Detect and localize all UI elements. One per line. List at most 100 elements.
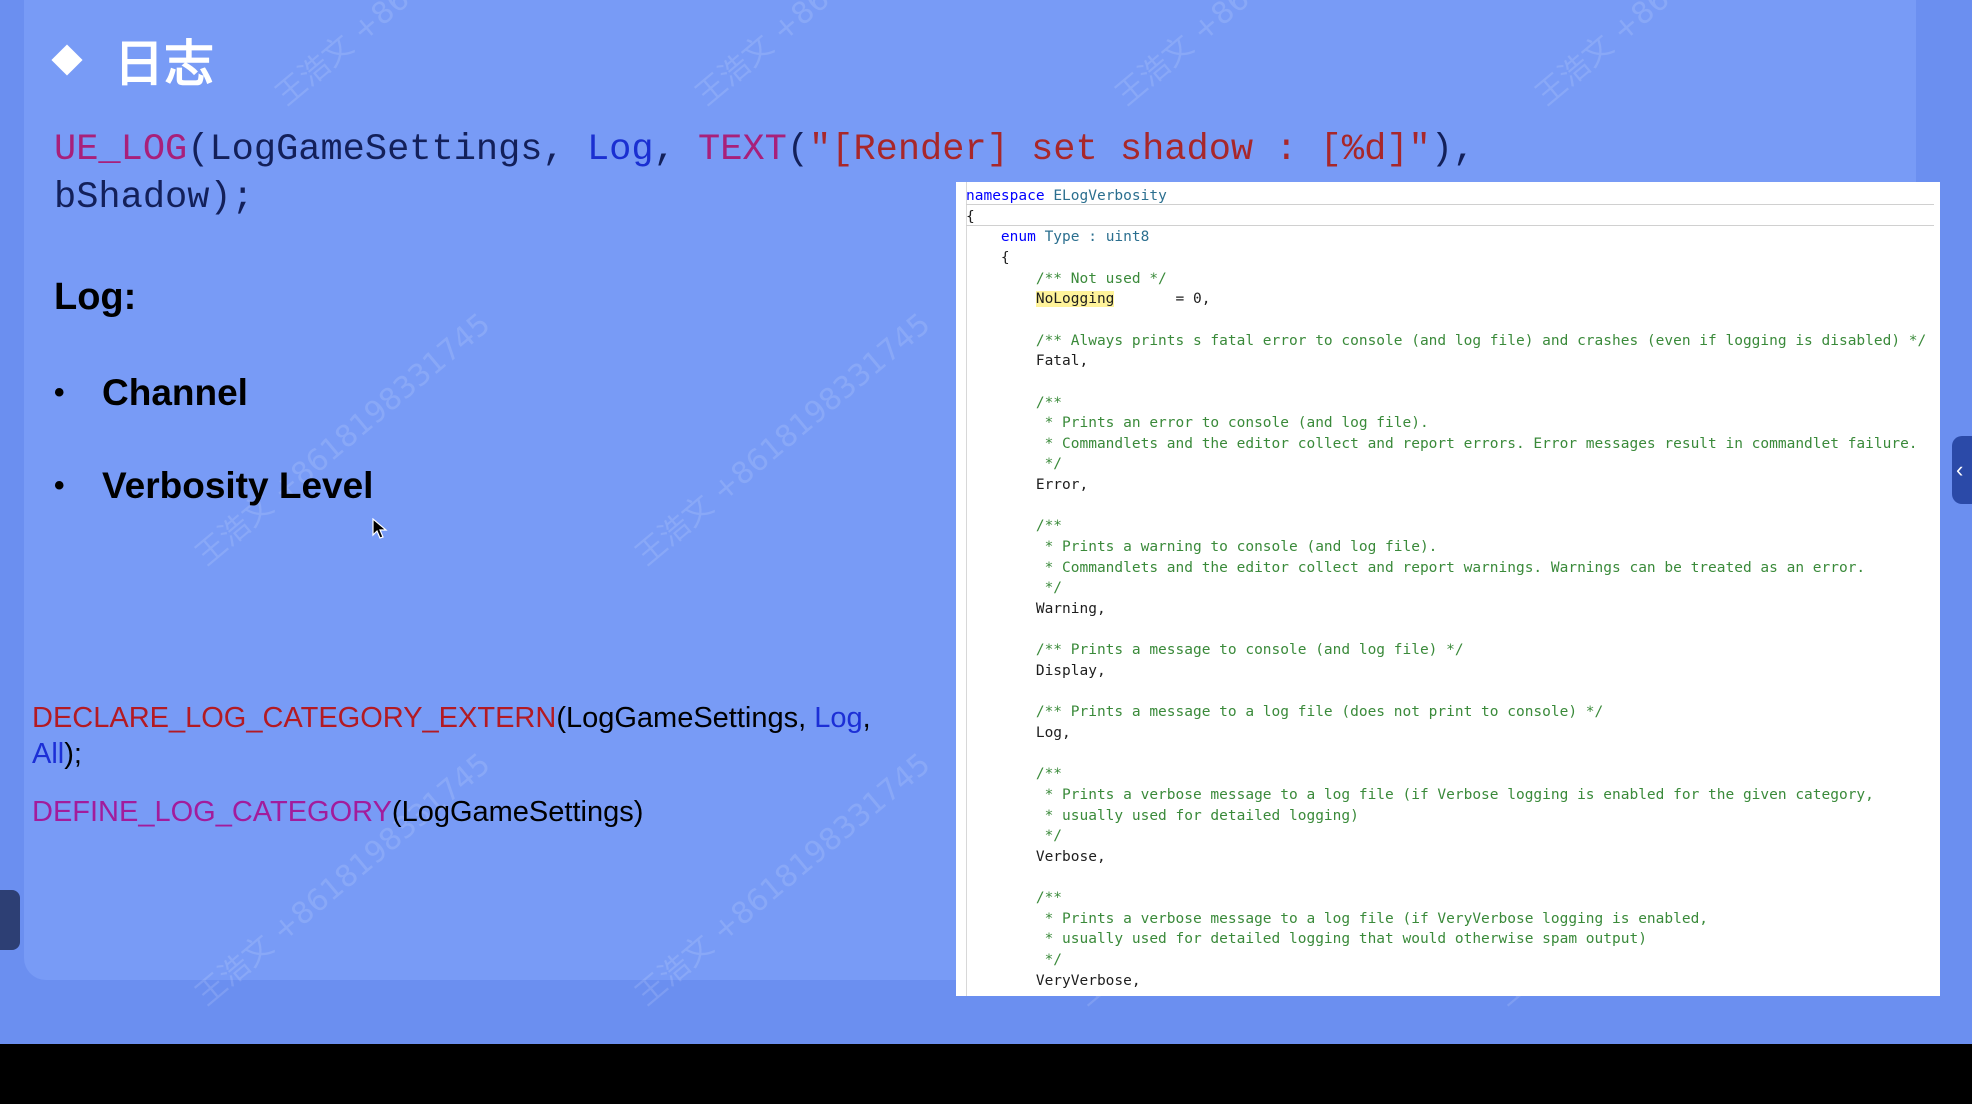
code-token: */ bbox=[966, 456, 1063, 473]
code-token: * Prints a warning to console (and log f… bbox=[966, 539, 1438, 556]
code-line: /** bbox=[966, 764, 1062, 784]
code-line: namespace ELogVerbosity bbox=[966, 186, 1167, 206]
watermark-text: 王浩文 +8618198331745 bbox=[1524, 0, 1838, 114]
log-heading: Log: bbox=[54, 276, 137, 318]
code-screenshot-panel: namespace ELogVerbosity { enum Type : uin… bbox=[956, 182, 1940, 996]
code-token: { bbox=[966, 249, 1010, 266]
side-panel-toggle-button[interactable]: ‹ bbox=[1952, 436, 1972, 504]
ue-log-open: ( bbox=[187, 129, 210, 171]
code-token: * Commandlets and the editor collect and… bbox=[966, 435, 1918, 452]
code-token: * Prints a verbose message to a log file… bbox=[966, 910, 1709, 927]
code-token: : uint8 bbox=[1088, 229, 1150, 246]
bullet-verbosity-label: Verbosity Level bbox=[102, 465, 374, 506]
code-line: * Prints a verbose message to a log file… bbox=[966, 909, 1708, 929]
declare-arg-all: All bbox=[32, 738, 65, 770]
code-line: * usually used for detailed logging) bbox=[966, 806, 1359, 826]
bullet-channel: • Channel bbox=[54, 372, 248, 414]
ue-log-verbosity: Log bbox=[586, 129, 654, 171]
watermark-text: 王浩文 +8618198331745 bbox=[1104, 0, 1418, 114]
presentation-stage: 王浩文 +8618198331745 王浩文 +8618198331745 王浩文 … bbox=[0, 0, 1972, 1044]
code-token: /** bbox=[966, 518, 1063, 535]
code-token: Fatal, bbox=[966, 353, 1089, 370]
code-line: /** bbox=[966, 516, 1062, 536]
code-token: * Prints an error to console (and log fi… bbox=[966, 415, 1429, 432]
code-line: * Prints a verbose message to a log file… bbox=[966, 785, 1874, 805]
code-line: VeryVerbose, bbox=[966, 971, 1141, 991]
code-token: /** Prints a message to console (and log… bbox=[966, 642, 1464, 659]
code-token: /** Prints a message to a log file (does… bbox=[966, 704, 1604, 721]
declare-macro: DECLARE_LOG_CATEGORY_EXTERN bbox=[32, 702, 557, 734]
ue-log-category: LogGameSettings bbox=[209, 129, 543, 171]
ue-log-sep1: , bbox=[542, 129, 587, 171]
code-token: namespace bbox=[966, 188, 1054, 204]
watermark-text: 王浩文 +8618198331745 bbox=[629, 746, 938, 1013]
bullet-channel-label: Channel bbox=[102, 372, 248, 413]
code-token: NoLogging bbox=[1035, 291, 1115, 308]
chevron-left-icon: ‹ bbox=[1956, 457, 1964, 482]
define-args: (LogGameSettings) bbox=[391, 796, 644, 828]
bullet-dot-icon: • bbox=[54, 376, 65, 409]
bullet-dot-icon: • bbox=[54, 469, 65, 502]
code-token: /** bbox=[966, 766, 1063, 783]
code-token: /** bbox=[966, 890, 1063, 907]
code-token: /** Always prints s fatal error to conso… bbox=[966, 332, 1927, 349]
code-token: * Prints a verbose message to a log file… bbox=[966, 786, 1874, 803]
bullet-verbosity-level: • Verbosity Level bbox=[54, 465, 373, 507]
code-line: /** Not used */ bbox=[966, 269, 1167, 289]
code-line: /** Always prints s fatal error to conso… bbox=[966, 331, 1926, 351]
code-token: Verbose, bbox=[966, 848, 1106, 865]
code-line: Log, bbox=[966, 723, 1071, 743]
code-token: */ bbox=[966, 952, 1063, 969]
diamond-bullet-icon bbox=[51, 44, 83, 76]
code-token: = 0, bbox=[1114, 291, 1211, 308]
code-token: Error, bbox=[966, 477, 1089, 494]
watermark-text: 王浩文 +8618198331745 bbox=[264, 0, 578, 114]
code-token: /** Not used */ bbox=[966, 270, 1167, 287]
code-line: Fatal, bbox=[966, 351, 1088, 371]
watermark-text: 王浩文 +8618198331745 bbox=[684, 0, 998, 114]
watermark-text: 王浩文 +8618198331745 bbox=[629, 306, 938, 573]
ue-log-sep2: , bbox=[653, 129, 698, 171]
code-line: { bbox=[966, 248, 1010, 268]
ue-log-text-macro: TEXT bbox=[697, 129, 787, 171]
mouse-pointer-icon bbox=[372, 518, 388, 539]
declare-open: (LogGameSettings, bbox=[556, 702, 815, 734]
declare-arg-log: Log bbox=[814, 702, 863, 734]
slide-title-row: 日志 bbox=[51, 24, 214, 96]
code-token: enum bbox=[1000, 229, 1045, 246]
code-line: * Commandlets and the editor collect and… bbox=[966, 434, 1918, 454]
code-line: */ bbox=[966, 950, 1062, 970]
code-line: * Prints a warning to console (and log f… bbox=[966, 537, 1438, 557]
code-token: ELogVerbosity bbox=[1053, 188, 1167, 204]
ue-log-line2: bShadow); bbox=[54, 177, 254, 219]
code-line: Display, bbox=[966, 661, 1106, 681]
declare-close: ); bbox=[64, 738, 82, 770]
code-line: /** bbox=[966, 888, 1062, 908]
code-line: */ bbox=[966, 826, 1062, 846]
code-token: Display, bbox=[966, 662, 1106, 679]
define-log-category-line: DEFINE_LOG_CATEGORY(LogGameSettings) bbox=[32, 796, 643, 829]
declare-log-category-line: DECLARE_LOG_CATEGORY_EXTERN(LogGameSetti… bbox=[32, 700, 912, 772]
code-line: */ bbox=[966, 578, 1062, 598]
code-token: { bbox=[966, 208, 975, 225]
code-line: Error, bbox=[966, 475, 1088, 495]
left-edge-handle[interactable] bbox=[0, 890, 20, 950]
watermark-text: 王浩文 +8618198331745 bbox=[189, 746, 498, 1013]
ue-log-format-string: "[Render] set shadow : [%d]" bbox=[809, 129, 1431, 171]
code-line: { bbox=[966, 207, 975, 227]
code-line: */ bbox=[966, 454, 1062, 474]
code-line: * Prints an error to console (and log fi… bbox=[966, 413, 1429, 433]
slide-title: 日志 bbox=[114, 35, 214, 93]
code-token: Log, bbox=[966, 724, 1071, 741]
declare-comma: , bbox=[862, 702, 871, 734]
define-macro: DEFINE_LOG_CATEGORY bbox=[32, 796, 392, 828]
code-line: NoLogging = 0, bbox=[966, 289, 1210, 309]
code-token: /** bbox=[966, 394, 1063, 411]
current-line-highlight bbox=[966, 204, 1934, 226]
code-token: * Commandlets and the editor collect and… bbox=[966, 559, 1866, 576]
code-line: /** Prints a message to a log file (does… bbox=[966, 702, 1603, 722]
code-line: enum Type : uint8 bbox=[966, 227, 1149, 247]
watermark-text: 王浩文 +8618198331745 bbox=[189, 306, 498, 573]
